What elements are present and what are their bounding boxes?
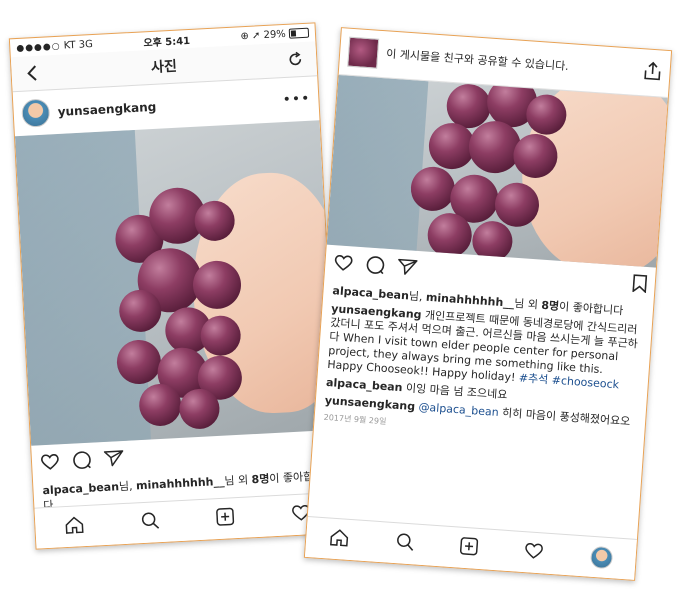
carrier: KT (63, 39, 76, 52)
signal-dots-icon: ●●●●○ (16, 41, 61, 54)
send-icon[interactable] (396, 258, 418, 281)
add-icon[interactable] (216, 507, 235, 530)
right-phone-screen: 이 게시물을 친구와 공유할 수 있습니다. alpaca_bean님, min… (303, 27, 673, 581)
share-text: 이 게시물을 친구와 공유할 수 있습니다. (385, 47, 570, 74)
profile-icon[interactable] (589, 545, 614, 570)
heart-icon[interactable] (40, 452, 61, 475)
bookmark-icon[interactable] (632, 274, 648, 297)
post-photo[interactable] (326, 75, 668, 268)
more-icon[interactable]: ••• (282, 91, 311, 108)
search-icon[interactable] (395, 532, 414, 555)
hashtag-chuseok[interactable]: #추석 (518, 371, 548, 386)
heart-icon[interactable] (333, 253, 354, 276)
photo-shadow (14, 129, 151, 446)
add-icon[interactable] (459, 537, 479, 560)
share-icon[interactable] (643, 60, 663, 85)
actions-spacer (429, 271, 621, 284)
send-icon[interactable] (103, 449, 124, 472)
back-arrow-icon[interactable] (21, 62, 44, 85)
tab-bar (304, 515, 637, 580)
refresh-icon[interactable] (284, 48, 307, 71)
home-icon[interactable] (329, 528, 350, 551)
likes-suffix: 님 외 (224, 473, 252, 488)
battery-icon (288, 27, 310, 39)
post-thumbnail (347, 36, 380, 69)
status-time: 오후 5:41 (143, 35, 191, 49)
likes-count[interactable]: 8명 (541, 299, 560, 313)
photo-shadow (326, 75, 429, 251)
comment-icon[interactable] (364, 254, 386, 279)
post-photo[interactable] (14, 120, 336, 446)
network-type: 3G (78, 38, 94, 51)
avatar[interactable] (21, 98, 51, 128)
left-phone-screen: ●●●●○ KT 3G 오후 5:41 ⊕ ➚ 29% 사진 yunsaengk… (8, 22, 343, 550)
page-title: 사진 (150, 58, 178, 76)
like-user-2[interactable]: minahhhhhh__ (136, 475, 225, 493)
home-icon[interactable] (64, 515, 85, 538)
post-username[interactable]: yunsaengkang (57, 94, 275, 119)
like-user[interactable]: alpaca_bean (42, 480, 119, 497)
likes-mid: 님, (408, 289, 427, 304)
likes-mid: 님, (118, 479, 137, 494)
likes-count[interactable]: 8명 (251, 472, 269, 486)
likes-suffix: 님 외 (513, 296, 542, 312)
activity-icon[interactable] (523, 541, 544, 564)
location-icon: ➚ (251, 29, 261, 42)
lock-rotation-icon: ⊕ (240, 30, 250, 42)
battery-percent: 29% (263, 28, 287, 41)
comment-icon[interactable] (71, 450, 92, 475)
search-icon[interactable] (141, 511, 160, 534)
